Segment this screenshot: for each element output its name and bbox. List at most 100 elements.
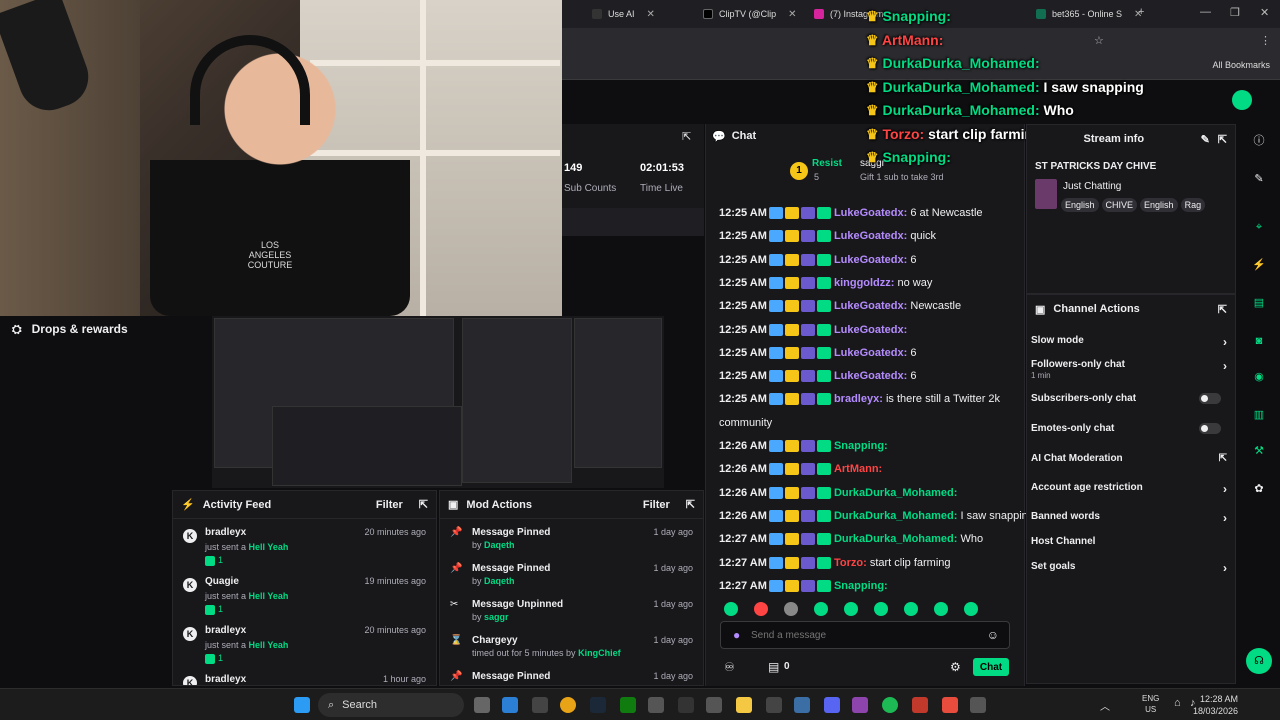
- activity-feed-item[interactable]: Kbradleyx 20 minutes ago just sent a Hell …: [173, 623, 436, 671]
- browser-tab[interactable]: Use AI ✕: [586, 4, 661, 24]
- gift-box-icon[interactable]: ▤: [768, 660, 779, 674]
- chat-settings-icon[interactable]: ⚙: [950, 660, 961, 674]
- chat-message[interactable]: 12:25 AM kinggoldzz: no way: [719, 276, 1019, 290]
- channel-action-ai-chat-moderation[interactable]: AI Chat Moderation ⇱: [1031, 453, 1227, 464]
- channel-action-host-channel[interactable]: Host Channel: [1031, 536, 1227, 547]
- activity-feed-item[interactable]: Kbradleyx 20 minutes ago just sent a Hell …: [173, 525, 436, 573]
- palette-icon[interactable]: ✿: [1250, 480, 1268, 498]
- chat-message[interactable]: 12:25 AM LukeGoatedx: Newcastle: [719, 299, 1019, 313]
- toggle-switch[interactable]: [1199, 423, 1221, 434]
- app-icon[interactable]: [912, 697, 928, 713]
- chat-message[interactable]: 12:26 AM ArtMann:: [719, 462, 1019, 476]
- channel-action-followers-only-chat[interactable]: Followers-only chat 1 min ›: [1031, 359, 1227, 380]
- app-icon[interactable]: [648, 697, 664, 713]
- chat-message[interactable]: 12:27 AM Snapping:: [719, 579, 1019, 593]
- browser-menu-icon[interactable]: ⋮: [1260, 34, 1271, 47]
- support-icon[interactable]: ☊: [1246, 648, 1272, 674]
- chat-username[interactable]: LukeGoatedx:: [834, 347, 907, 359]
- spotify-icon[interactable]: [882, 697, 898, 713]
- chat-message[interactable]: 12:26 AM Snapping:: [719, 439, 1019, 453]
- chat-message[interactable]: 12:25 AM bradleyx: is there still a Twit…: [719, 392, 1019, 406]
- channel-action-slow-mode[interactable]: Slow mode ›: [1031, 335, 1227, 349]
- target-icon[interactable]: ⌖: [1250, 218, 1268, 236]
- app-icon[interactable]: [532, 697, 548, 713]
- xbox-icon[interactable]: [620, 697, 636, 713]
- chat-username[interactable]: Snapping:: [834, 580, 888, 592]
- language-indicator[interactable]: ENG US: [1142, 693, 1159, 715]
- chat-message[interactable]: 12:25 AM LukeGoatedx: 6 at Newcastle: [719, 206, 1019, 220]
- activity-feed-item[interactable]: Kbradleyx 1 hour ago: [173, 672, 436, 685]
- chat-username[interactable]: bradleyx:: [834, 393, 883, 405]
- chat-input[interactable]: [751, 628, 971, 642]
- chat-message[interactable]: 12:25 AM LukeGoatedx: 6: [719, 369, 1019, 383]
- taskbar-search[interactable]: ⌕ Search: [318, 693, 464, 717]
- channel-action-banned-words[interactable]: Banned words ›: [1031, 511, 1227, 525]
- popout-icon[interactable]: ⇱: [1218, 303, 1227, 316]
- chat-username[interactable]: DurkaDurka_Mohamed:: [834, 533, 957, 545]
- network-icon[interactable]: ⌂: [1174, 697, 1181, 709]
- popout-icon[interactable]: ⇱: [682, 130, 691, 143]
- tag[interactable]: English: [1140, 198, 1178, 212]
- maximize-icon[interactable]: ❐: [1230, 6, 1240, 19]
- chat-username[interactable]: LukeGoatedx:: [834, 230, 907, 242]
- chat-message[interactable]: 12:25 AM LukeGoatedx: 6: [719, 253, 1019, 267]
- mod-filter-button[interactable]: Filter: [643, 499, 670, 511]
- tag[interactable]: CHIVE: [1101, 198, 1138, 212]
- chat-message[interactable]: 12:25 AM LukeGoatedx:: [719, 323, 1019, 337]
- chat-message[interactable]: 12:27 AM Torzo: start clip farming: [719, 556, 1019, 570]
- chat-username[interactable]: LukeGoatedx:: [834, 370, 907, 382]
- chat-username[interactable]: ArtMann:: [834, 463, 882, 475]
- app-icon[interactable]: [794, 697, 810, 713]
- close-window-icon[interactable]: ✕: [1260, 6, 1269, 19]
- edge-icon[interactable]: [502, 697, 518, 713]
- app-icon[interactable]: [678, 697, 694, 713]
- popout-icon[interactable]: ⇱: [1218, 133, 1227, 146]
- chat-username[interactable]: DurkaDurka_Mohamed:: [834, 487, 957, 499]
- info-icon[interactable]: ⓘ: [1250, 132, 1268, 150]
- stream-category[interactable]: Just Chatting: [1063, 181, 1121, 192]
- channel-action-set-goals[interactable]: Set goals ›: [1031, 561, 1227, 575]
- discord-icon[interactable]: [824, 697, 840, 713]
- bag-icon[interactable]: ▥: [1250, 406, 1268, 424]
- chat-icon[interactable]: ◙: [1250, 332, 1268, 350]
- chat-input-box[interactable]: ● ☺: [720, 621, 1010, 649]
- edit-icon[interactable]: ✎: [1201, 133, 1210, 146]
- chat-username[interactable]: Torzo:: [834, 557, 867, 569]
- channel-action-emotes-only-chat[interactable]: Emotes-only chat: [1031, 423, 1227, 434]
- chat-username[interactable]: LukeGoatedx:: [834, 300, 907, 312]
- steam-icon[interactable]: [590, 697, 606, 713]
- tag[interactable]: English: [1061, 198, 1099, 212]
- popout-icon[interactable]: ⇱: [686, 498, 695, 511]
- task-view-icon[interactable]: [474, 697, 490, 713]
- chat-username[interactable]: LukeGoatedx:: [834, 254, 907, 266]
- drops-rewards[interactable]: ⛭ Drops & rewards: [0, 316, 172, 342]
- chat-username[interactable]: kinggoldzz:: [834, 277, 895, 289]
- tag[interactable]: Rag: [1180, 198, 1206, 212]
- tray-arrow-icon[interactable]: ︿: [1100, 698, 1110, 713]
- chat-username[interactable]: Snapping:: [834, 440, 888, 452]
- system-clock[interactable]: 12:28 AM 18/03/2026: [1193, 693, 1238, 717]
- channel-action-subscribers-only-chat[interactable]: Subscribers-only chat: [1031, 393, 1227, 404]
- chat-message[interactable]: community: [719, 416, 1019, 430]
- toggle-switch[interactable]: [1199, 393, 1221, 404]
- windows-start-icon[interactable]: [294, 697, 310, 713]
- app-icon[interactable]: [970, 697, 986, 713]
- send-chat-button[interactable]: Chat: [973, 658, 1009, 676]
- chrome-icon[interactable]: [560, 697, 576, 713]
- chat-message[interactable]: 12:26 AM DurkaDurka_Mohamed:: [719, 486, 1019, 500]
- broadcast-icon[interactable]: ◉: [1250, 368, 1268, 386]
- chat-message[interactable]: 12:25 AM LukeGoatedx: quick: [719, 229, 1019, 243]
- emote-bar[interactable]: [724, 602, 978, 616]
- activity-filter-button[interactable]: Filter: [376, 499, 403, 511]
- profile-avatar[interactable]: [1232, 90, 1252, 110]
- activity-feed-item[interactable]: K Quagie 19 minutes ago just sent a Hell Ye…: [173, 574, 436, 622]
- clipboard-icon[interactable]: ▤: [1250, 294, 1268, 312]
- folder-icon[interactable]: [736, 697, 752, 713]
- lightning-icon[interactable]: ⚡: [1250, 256, 1268, 274]
- chat-username[interactable]: LukeGoatedx:: [834, 324, 907, 336]
- browser-tab[interactable]: ClipTV (@Clip ✕: [697, 4, 803, 24]
- store-icon[interactable]: [766, 697, 782, 713]
- wrench-icon[interactable]: ⚒: [1250, 442, 1268, 460]
- pencil-icon[interactable]: ✎: [1250, 170, 1268, 188]
- emoji-icon[interactable]: ☺: [987, 628, 999, 642]
